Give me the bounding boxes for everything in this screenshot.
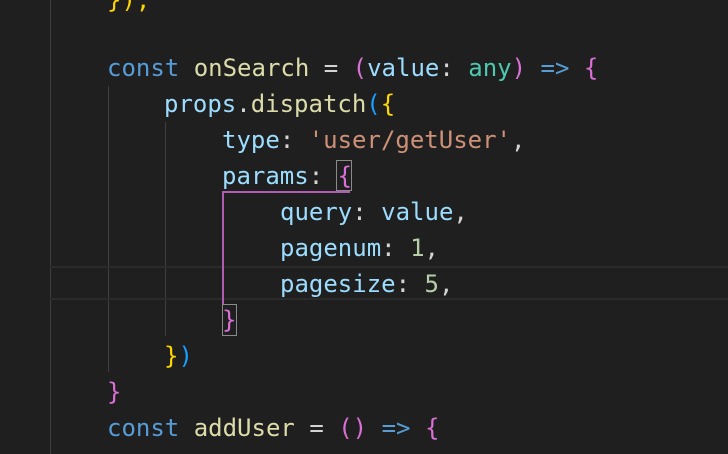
colon: : — [279, 126, 295, 154]
open-brace: { — [424, 414, 440, 442]
property-key: type — [222, 126, 280, 154]
indent-guide — [165, 122, 166, 336]
object-name: props — [164, 90, 237, 118]
parens: () — [338, 414, 368, 442]
colon: : — [395, 270, 411, 298]
colon: : — [308, 162, 324, 190]
code-line[interactable]: const onSearch = (value: any) => { — [107, 50, 598, 86]
closing-brackets: }); — [107, 0, 151, 14]
method-name: dispatch — [250, 90, 367, 118]
indent-guide — [50, 0, 51, 454]
bracket-scope-guide — [222, 191, 224, 305]
property-key: pagenum — [280, 234, 382, 262]
code-line[interactable]: const addUser = () => { — [107, 410, 439, 446]
open-brace: { — [583, 54, 599, 82]
arrow-operator: => — [381, 414, 411, 442]
code-line[interactable]: pagenum: 1, — [280, 230, 439, 266]
code-line[interactable]: } — [222, 302, 236, 338]
property-key: params — [222, 162, 309, 190]
open-paren: ( — [352, 54, 368, 82]
code-line[interactable]: props.dispatch({ — [164, 86, 395, 122]
open-brace: { — [380, 90, 396, 118]
code-line[interactable]: query: value, — [280, 194, 468, 230]
code-line[interactable]: params: { — [222, 158, 352, 194]
code-line[interactable]: }); — [107, 0, 150, 18]
open-paren: ( — [366, 90, 381, 118]
colon: : — [439, 54, 454, 82]
number-literal: 1 — [410, 234, 425, 262]
indent-guide — [108, 86, 109, 372]
function-name: addUser — [193, 414, 295, 442]
property-key: pagesize — [280, 270, 396, 298]
function-name: onSearch — [193, 54, 310, 82]
close-paren: ) — [511, 54, 527, 82]
keyword-const: const — [107, 54, 180, 82]
string-literal: 'user/getUser' — [308, 126, 511, 154]
code-line[interactable]: }) — [164, 338, 193, 374]
variable-value: value — [381, 198, 454, 226]
arrow-operator: => — [540, 54, 570, 82]
operator-assign: = — [323, 54, 339, 82]
colon: : — [381, 234, 396, 262]
property-key: query — [280, 198, 353, 226]
close-brace: } — [164, 342, 179, 370]
code-editor[interactable]: }); const onSearch = (value: any) => { p… — [0, 0, 728, 454]
close-brace: } — [222, 306, 237, 334]
code-line-current[interactable]: pagesize: 5, — [280, 266, 453, 302]
dot: . — [236, 90, 251, 118]
close-brace: } — [107, 378, 122, 406]
operator-assign: = — [309, 414, 324, 442]
code-line[interactable]: type: 'user/getUser', — [222, 122, 525, 158]
code-line[interactable]: } — [107, 374, 121, 410]
number-literal: 5 — [424, 270, 439, 298]
parameter-name: value — [367, 54, 440, 82]
close-paren: ) — [178, 342, 193, 370]
colon: : — [352, 198, 367, 226]
keyword-const: const — [107, 414, 180, 442]
comma: , — [424, 234, 439, 262]
comma: , — [438, 270, 454, 298]
comma: , — [453, 198, 468, 226]
open-brace: { — [337, 162, 353, 190]
comma: , — [511, 126, 526, 154]
type-annotation: any — [468, 54, 512, 82]
